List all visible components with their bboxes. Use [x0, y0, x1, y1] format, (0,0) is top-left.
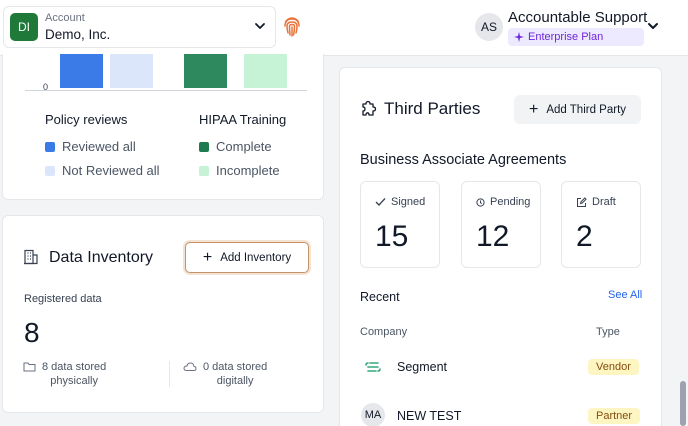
puzzle-icon: [362, 100, 377, 116]
stat-value: 15: [375, 220, 409, 253]
digital-storage-stat: 0 data stored digitally: [183, 360, 267, 388]
add-third-party-button[interactable]: + Add Third Party: [514, 95, 641, 124]
legend-label: Reviewed all: [62, 139, 136, 154]
hipaa-training-title: HIPAA Training: [199, 112, 287, 127]
see-all-link[interactable]: See All: [608, 289, 642, 301]
plan-badge: Enterprise Plan: [508, 28, 644, 46]
digital-line2: digitally: [216, 375, 254, 387]
company-name: NEW TEST: [397, 409, 462, 423]
physical-line1: 8 data stored: [42, 361, 107, 373]
bar-not-reviewed-all: [110, 54, 153, 88]
stat-signed[interactable]: Signed 15: [360, 181, 440, 268]
segment-logo-icon: [361, 355, 385, 379]
type-badge-partner: Partner: [588, 408, 641, 424]
bar-incomplete: [244, 54, 287, 88]
plan-label: Enterprise Plan: [528, 31, 604, 43]
top-bar: DI Account Demo, Inc. AS Accountable Sup…: [0, 0, 688, 56]
legend-swatch: [45, 165, 55, 176]
bar-reviewed-all: [60, 54, 103, 88]
account-switcher[interactable]: DI Account Demo, Inc.: [3, 6, 276, 48]
divider: [169, 361, 170, 387]
user-name[interactable]: Accountable Support: [508, 9, 647, 26]
physical-line2: physically: [50, 375, 98, 387]
registered-data-value: 8: [24, 317, 40, 348]
legend-label: Complete: [216, 139, 272, 154]
registered-data-label: Registered data: [24, 293, 102, 305]
fingerprint-icon[interactable]: [282, 15, 302, 37]
chart-axis: [25, 90, 307, 91]
legend-not-reviewed-all: Not Reviewed all: [45, 163, 160, 178]
company-name: Segment: [397, 360, 448, 374]
add-inventory-button[interactable]: + Add Inventory: [185, 242, 309, 273]
bar-complete: [184, 54, 227, 88]
account-avatar: DI: [10, 13, 38, 41]
legend-swatch: [199, 141, 209, 152]
third-parties-card: Third Parties + Add Third Party Business…: [339, 67, 662, 426]
legend-swatch: [199, 165, 209, 176]
chevron-down-icon[interactable]: [647, 20, 659, 32]
axis-tick-zero: 0: [43, 82, 49, 92]
folder-icon: [23, 362, 36, 372]
recent-title: Recent: [360, 290, 400, 304]
stat-label: Signed: [391, 196, 426, 208]
legend-label: Not Reviewed all: [62, 163, 160, 178]
stat-label: Pending: [490, 196, 531, 208]
add-third-party-label: Add Third Party: [546, 103, 627, 116]
add-inventory-label: Add Inventory: [220, 251, 292, 264]
baa-title: Business Associate Agreements: [360, 152, 567, 168]
plus-icon: +: [528, 100, 539, 118]
policy-reviews-title: Policy reviews: [45, 112, 128, 127]
column-header-type: Type: [596, 326, 620, 338]
sparkle-icon: [514, 32, 524, 42]
company-avatar: MA: [361, 403, 385, 426]
legend-reviewed-all: Reviewed all: [45, 139, 136, 154]
stat-draft[interactable]: Draft 2: [561, 181, 641, 268]
data-inventory-title: Data Inventory: [49, 249, 154, 266]
check-icon: [375, 198, 386, 206]
user-avatar[interactable]: AS: [475, 13, 503, 41]
plus-icon: +: [202, 248, 213, 266]
digital-line1: 0 data stored: [203, 361, 268, 373]
stat-label-row: Signed: [375, 196, 425, 208]
stat-label-row: Pending: [476, 196, 530, 208]
account-name: Demo, Inc.: [45, 27, 111, 42]
stat-value: 12: [476, 220, 510, 253]
scrollbar-track[interactable]: [679, 56, 688, 426]
third-parties-title: Third Parties: [384, 99, 481, 118]
edit-icon: [577, 196, 587, 207]
training-overview-card: 0 Policy reviews Reviewed all Not Review…: [2, 54, 324, 200]
data-inventory-card: Data Inventory + Add Inventory Registere…: [2, 215, 324, 413]
column-header-company: Company: [360, 326, 408, 338]
account-label: Account: [45, 12, 85, 24]
legend-swatch: [45, 141, 55, 152]
stat-label: Draft: [592, 196, 616, 208]
scrollbar-thumb[interactable]: [680, 381, 686, 426]
legend-label: Incomplete: [216, 163, 280, 178]
stat-label-row: Draft: [576, 196, 616, 208]
chevron-down-icon: [255, 23, 265, 29]
building-icon: [24, 249, 38, 265]
type-badge-vendor: Vendor: [588, 359, 639, 375]
legend-complete: Complete: [199, 139, 272, 154]
stat-value: 2: [576, 220, 593, 253]
physical-storage-stat: 8 data stored physically: [23, 360, 106, 388]
stat-pending[interactable]: Pending 12: [461, 181, 541, 268]
cloud-icon: [183, 362, 197, 371]
clock-icon: [476, 197, 485, 207]
legend-incomplete: Incomplete: [199, 163, 280, 178]
